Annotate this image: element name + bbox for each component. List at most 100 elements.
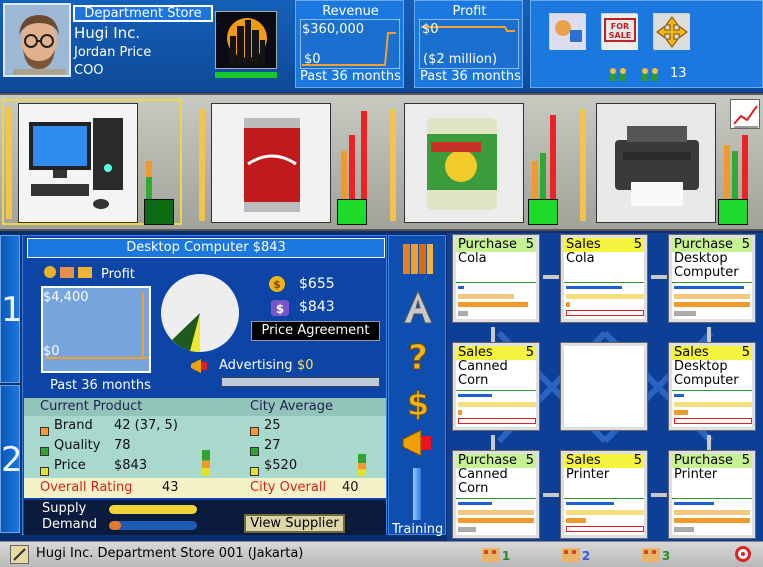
view-supplier-button[interactable]: View Supplier [244,514,345,533]
unit-purchase-canned-corn[interactable]: Purchase 5 Canned Corn [452,450,540,539]
price-bar [349,135,355,203]
desktop-computer-icon[interactable] [18,103,138,223]
unit-bar [458,518,534,523]
unit-bar [674,410,688,415]
graph-period: Past 36 months [50,378,151,393]
training-slider[interactable] [413,468,421,520]
department-label[interactable]: Department Store [73,5,213,22]
megaphone-icon [189,357,211,375]
price-tag-icon: $ [269,298,291,318]
gauge-bar [199,109,205,221]
books-icon[interactable] [399,240,437,278]
status-text: Hugi Inc. Department Store 001 (Jakarta) [36,546,304,561]
question-mark-icon[interactable]: ? [399,336,437,379]
product-slot-canned-corn[interactable] [386,99,566,225]
unit-progress [458,502,492,505]
hire-manager-icon[interactable] [549,13,586,50]
canned-corn-icon[interactable] [404,103,524,223]
price-bar [550,115,556,201]
unit-bar [674,518,750,523]
price-label: Price [54,458,86,473]
unit-bar [566,510,644,515]
advertising-value: $0 [297,358,314,373]
move-arrows-icon[interactable] [653,13,690,50]
city-brand-swatch [250,427,259,436]
training-label: Training [392,522,444,537]
revenue-zero: $0 [304,52,321,67]
svg-text:2: 2 [582,549,590,563]
overall-rating-row: Overall Rating 43 City Overall 40 [24,478,386,498]
dollar-icon[interactable]: $ [399,382,437,424]
person-name: Jordan Price [74,45,152,60]
unit-sales-canned-corn[interactable]: Sales 5 Canned Corn [452,342,540,431]
quality-bar [540,153,546,203]
unit-item: Desktop Computer [674,251,739,280]
city-row: 27 [250,438,281,460]
unit-purchase-printer[interactable]: Purchase 5 Printer [668,450,756,539]
product-title: Desktop Computer $843 [27,238,385,258]
sales-indicator [337,199,367,225]
svg-text:?: ? [408,338,428,374]
target-icon[interactable] [734,545,752,563]
unit-bar [458,311,468,316]
building-1-icon[interactable]: 1 [480,544,512,564]
svg-text:$: $ [273,278,281,291]
table-header: Current Product City Average [24,398,386,416]
pencil-icon[interactable] [10,545,29,564]
svg-text:$: $ [407,385,429,420]
table-row: Brand 42 (37, 5) [40,418,178,440]
unit-bar [566,310,644,316]
unit-item: Printer [674,467,718,482]
tab-2[interactable]: 2 [0,385,23,533]
unit-progress [458,286,464,289]
supply-label: Supply [42,501,87,516]
unit-purchase-desktop-computer[interactable]: Purchase 5 Desktop Computer [668,234,756,323]
market-share-pie[interactable] [160,273,240,353]
megaphone-icon[interactable] [399,424,437,462]
unit-bar [566,526,644,532]
city-skyline-icon[interactable] [215,11,277,69]
top-bar: Department Store Hugi Inc. Jordan Price … [0,0,763,92]
unit-empty[interactable] [560,342,648,431]
profit-panel[interactable]: Profit $0 ($2 million) Past 36 months [414,0,523,88]
unit-bar [674,302,750,307]
for-sale-sign-icon[interactable]: FOR SALE [601,13,638,50]
brand-color-swatch [40,427,49,436]
unit-purchase-cola[interactable]: Purchase 5 Cola [452,234,540,323]
price-agreement-button[interactable]: Price Agreement [251,321,380,341]
building-2-icon[interactable]: 2 [560,544,592,564]
building-3-icon[interactable]: 3 [640,544,672,564]
product-profit-graph[interactable]: $4,400 $0 [41,286,151,373]
unit-sales-printer[interactable]: Sales 5 Printer [560,450,648,539]
chart-icon[interactable] [730,99,760,129]
unit-bar [566,294,644,299]
unit-type: Purchase 5 [672,453,752,468]
graph-zero-value: $0 [43,344,60,359]
advertising-slider[interactable] [221,377,380,387]
product-slot-cola[interactable] [195,99,375,225]
product-slot-desktop-computer[interactable] [2,99,182,225]
unit-sales-cola[interactable]: Sales 5 Cola [560,234,648,323]
price-color-swatch [40,467,49,476]
tab-1[interactable]: 1 [0,235,23,383]
city-overall-value: 40 [342,480,359,495]
unit-type: Sales 5 [564,237,644,252]
unit-bar [566,302,570,307]
avatar[interactable] [3,3,71,77]
printer-icon[interactable] [596,103,716,223]
employees-icon [605,66,665,81]
price-row-value: $843 [114,458,148,473]
letter-a-icon[interactable] [399,288,437,326]
unit-type [564,346,644,360]
employee-count: 13 [670,66,687,81]
revenue-panel[interactable]: Revenue $360,000 $0 Past 36 months [295,0,404,88]
sales-indicator [718,199,748,225]
unit-type: Sales 5 [564,453,644,468]
city-row: 25 [250,418,281,440]
brand-bar [724,145,730,203]
profit-label: Profit [101,267,135,282]
svg-text:FOR: FOR [611,22,629,31]
unit-sales-desktop-computer[interactable]: Sales 5 Desktop Computer [668,342,756,431]
cola-can-icon[interactable] [211,103,331,223]
demand-bar [109,521,197,530]
